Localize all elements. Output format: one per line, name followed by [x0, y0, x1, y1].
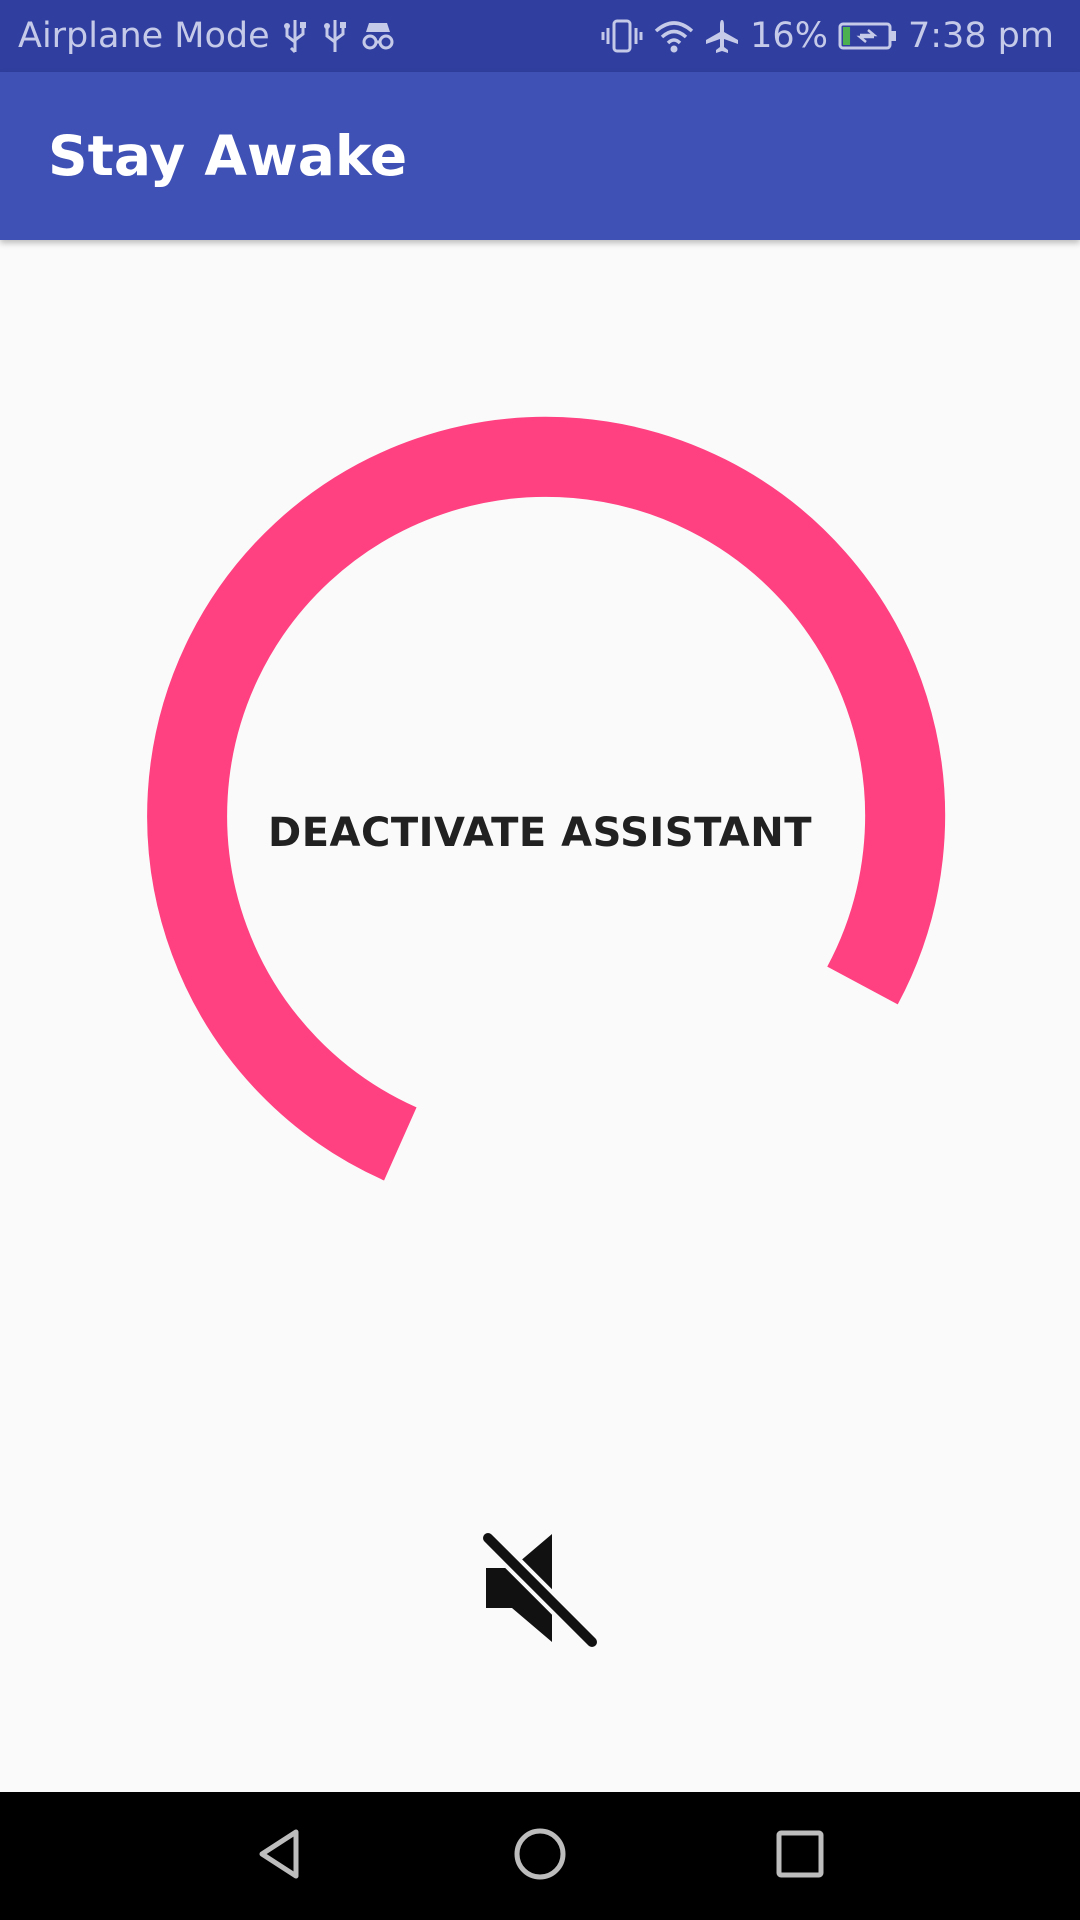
home-button[interactable] [485, 1801, 595, 1911]
recents-icon [772, 1826, 828, 1886]
back-button[interactable] [225, 1801, 335, 1911]
battery-charging-icon [838, 21, 898, 51]
status-right: 16% 7:38 pm [600, 16, 1054, 56]
volume-off-icon [476, 1524, 604, 1656]
recents-button[interactable] [745, 1801, 855, 1911]
battery-percent: 16% [750, 16, 828, 56]
navigation-bar [0, 1792, 1080, 1920]
app-title: Stay Awake [48, 124, 408, 188]
vibrate-icon [600, 18, 644, 54]
usb-icon [320, 18, 350, 54]
status-left: Airplane Mode [18, 16, 396, 56]
status-bar: Airplane Mode 16% 7:38 pm [0, 0, 1080, 72]
airplane-mode-text: Airplane Mode [18, 16, 270, 56]
deactivate-assistant-button[interactable]: DEACTIVATE ASSISTANT [240, 810, 840, 856]
incognito-icon [360, 20, 396, 52]
airplane-icon [704, 18, 740, 54]
usb-icon [280, 18, 310, 54]
mute-button[interactable] [470, 1520, 610, 1660]
clock: 7:38 pm [907, 16, 1054, 56]
progress-arc [147, 416, 946, 1181]
home-icon [512, 1826, 568, 1886]
main-content: DEACTIVATE ASSISTANT [0, 240, 1080, 1792]
back-icon [252, 1826, 308, 1886]
wifi-icon [654, 19, 694, 53]
app-bar: Stay Awake [0, 72, 1080, 240]
